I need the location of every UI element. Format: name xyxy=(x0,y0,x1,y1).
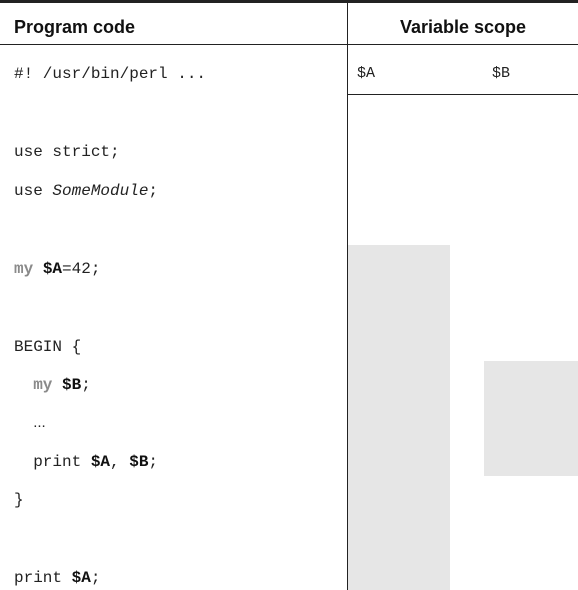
perl-scope-figure: Program code Variable scope $A $B #! /us… xyxy=(0,0,578,590)
print-keyword: print xyxy=(14,569,72,587)
scope-bar-a xyxy=(348,245,450,590)
variable-b: $B xyxy=(129,453,149,471)
code-line-shebang: #! /usr/bin/perl ... xyxy=(14,65,207,83)
code-line-my-a: my $A=42; xyxy=(14,260,100,278)
my-keyword: my xyxy=(33,376,53,394)
variable-a: $A xyxy=(90,453,111,471)
semicolon: ; xyxy=(148,182,159,200)
variable-a: $A xyxy=(42,260,63,278)
scope-column-a-label: $A xyxy=(357,65,376,82)
ellipsis: ... xyxy=(33,414,46,431)
header-rule xyxy=(0,44,578,45)
semicolon: ; xyxy=(90,569,101,587)
code-line-print-a-b: print $A, $B; xyxy=(14,453,158,471)
print-keyword: print xyxy=(33,453,91,471)
scope-column-b-label: $B xyxy=(492,65,511,82)
code-line-my-b: my $B; xyxy=(14,376,91,394)
use-keyword: use xyxy=(14,182,53,200)
semicolon: ; xyxy=(148,453,159,471)
variable-b: $B xyxy=(62,376,82,394)
variable-a: $A xyxy=(71,569,91,587)
scope-header-rule xyxy=(348,94,578,95)
variable-scope-header: Variable scope xyxy=(399,17,527,37)
code-line-use-module: use SomeModule; xyxy=(14,182,158,200)
program-code-header: Program code xyxy=(14,17,136,37)
scope-bar-b xyxy=(484,361,578,476)
code-line-use-strict: use strict; xyxy=(14,143,120,161)
semicolon: ; xyxy=(81,376,91,394)
code-line-begin: BEGIN { xyxy=(14,338,82,356)
comma: , xyxy=(110,453,130,471)
code-line-close-brace: } xyxy=(14,491,24,509)
assignment: =42; xyxy=(62,260,101,278)
code-line-ellipsis: ... xyxy=(14,414,46,432)
module-name: SomeModule xyxy=(52,182,149,200)
my-keyword: my xyxy=(14,260,34,278)
code-line-print-a: print $A; xyxy=(14,569,100,587)
